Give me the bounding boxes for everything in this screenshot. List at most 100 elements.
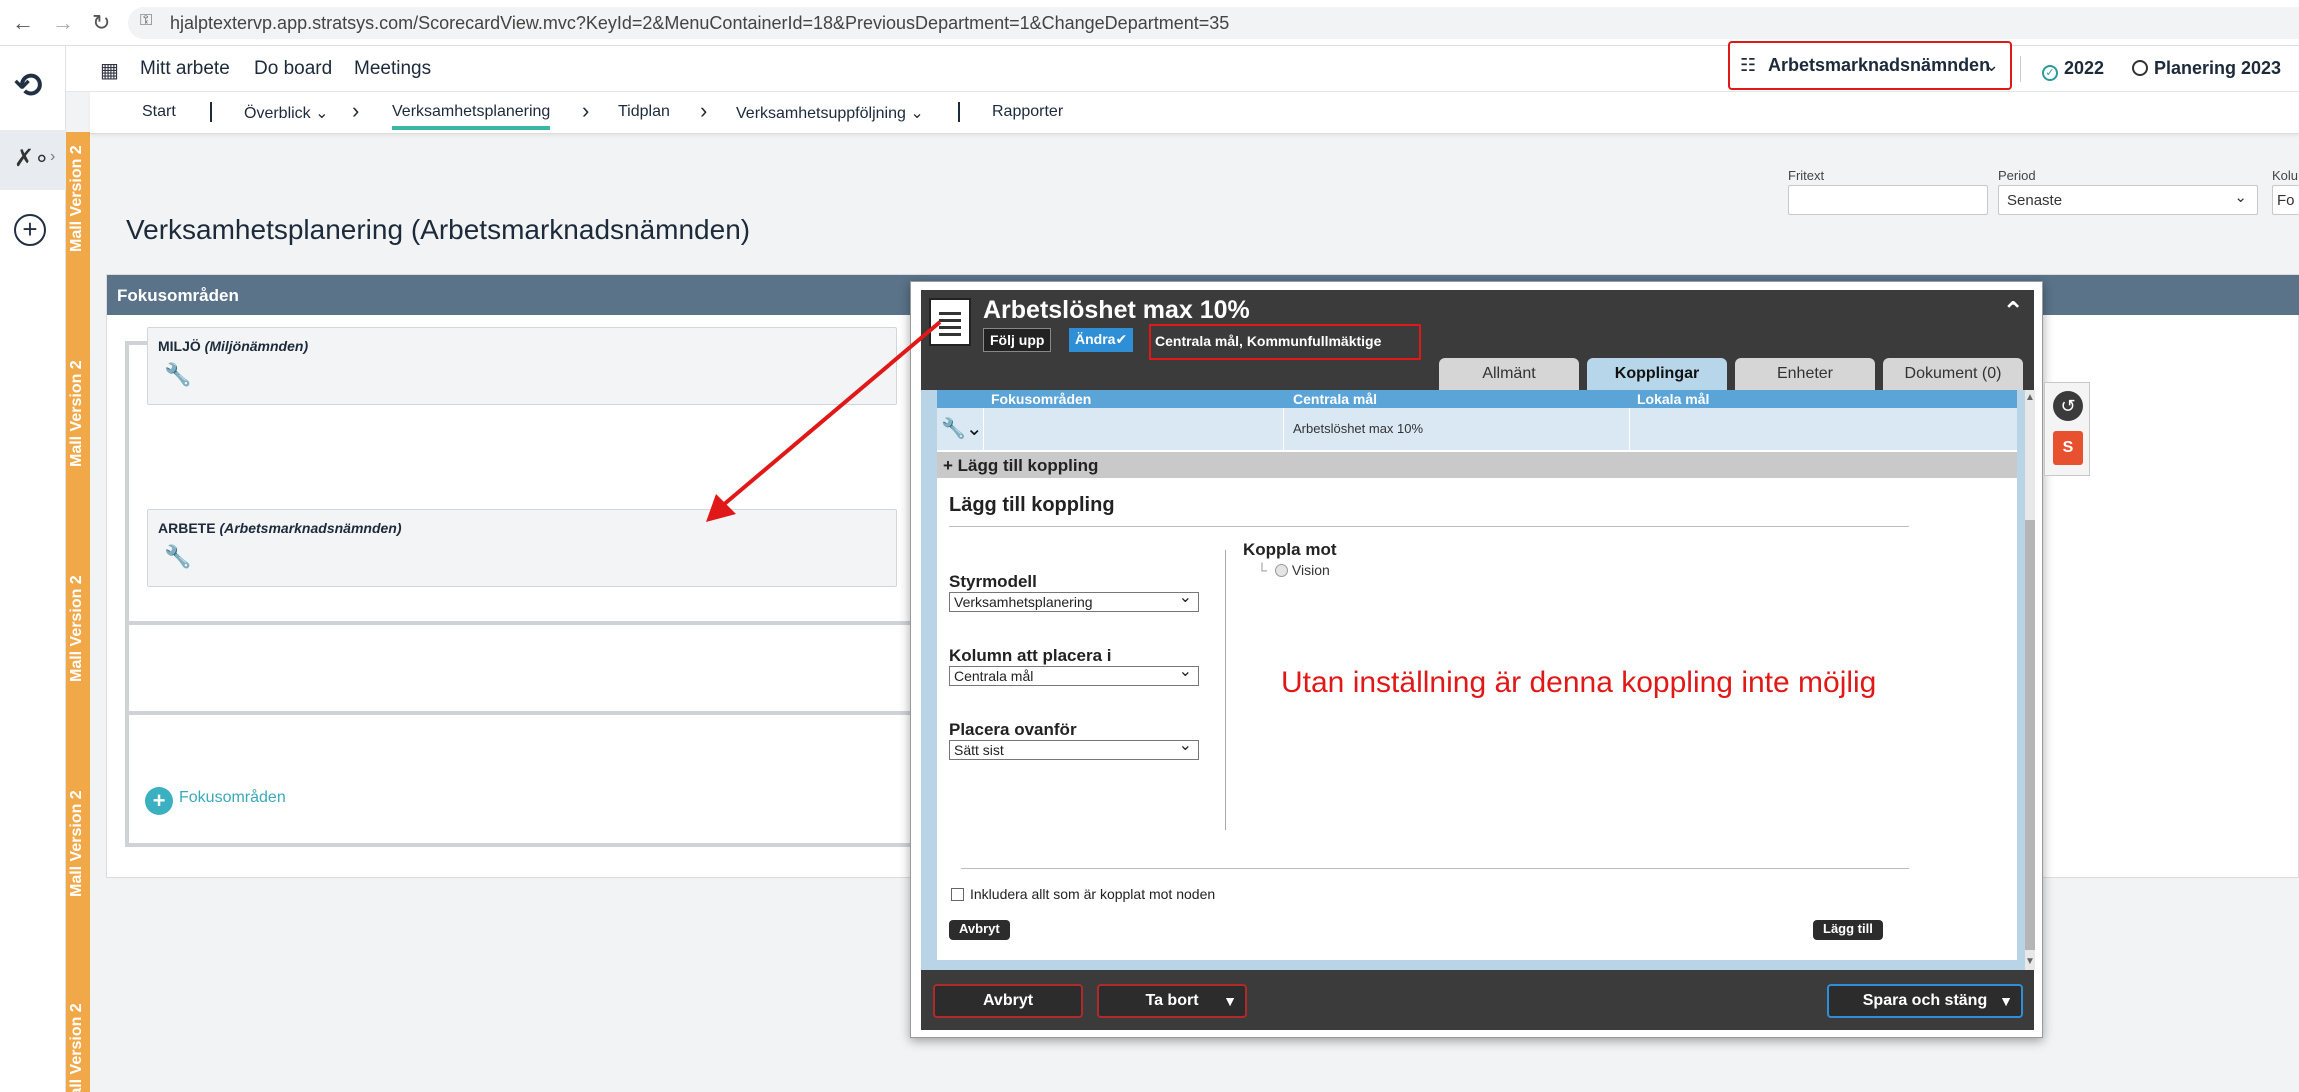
cancel-button[interactable]: Avbryt [933, 984, 1083, 1018]
delete-label: Ta bort [1145, 992, 1199, 1009]
tab-enheter[interactable]: Enheter [1735, 358, 1875, 390]
dialog-footer: Avbryt Ta bort ▼ Spara och stäng ▼ [921, 970, 2034, 1030]
page-title: Verksamhetsplanering (Arbetsmarknadsnämn… [126, 214, 751, 245]
table-cell [983, 408, 1283, 450]
strip-label: Mall Version 2 [68, 145, 85, 252]
browser-address-bar: ← → ↻ ⚿ hjalptextervp.app.stratsys.com/S… [0, 0, 2299, 46]
tab-allmant[interactable]: Allmänt [1439, 358, 1579, 390]
add-circle-icon[interactable]: + [14, 214, 46, 246]
column-select[interactable]: Fo [2272, 185, 2299, 215]
subnav-separator [210, 102, 212, 122]
reload-icon[interactable]: ↻ [92, 10, 110, 36]
plus-circle-icon: + [145, 787, 173, 815]
scroll-down-icon[interactable]: ▼ [2025, 956, 2035, 967]
period-label: Period [1998, 168, 2036, 183]
radio-button[interactable] [1274, 564, 1288, 577]
dialog-header: Arbetslöshet max 10% Följ upp Ändra✔ Cen… [921, 290, 2034, 390]
card-title: ARBETE (Arbetsmarknadsnämnden) [158, 520, 402, 536]
scroll-up-icon[interactable]: ▲ [2025, 392, 2035, 403]
edit-button[interactable]: Ändra✔ [1069, 328, 1134, 352]
card-title: MILJÖ (Miljönämnden) [158, 338, 308, 354]
year-label: 2022 [2064, 58, 2105, 78]
back-arrow-icon[interactable]: ← [12, 10, 34, 36]
add-connection-toggle[interactable]: + Lägg till koppling [937, 452, 2017, 478]
subnav-rapporter[interactable]: Rapporter [992, 103, 1063, 121]
side-widget: ↺ S [2044, 382, 2090, 476]
save-and-close-button[interactable]: Spara och stäng ▼ [1827, 984, 2023, 1018]
department-selector[interactable]: ☷ Arbetsmarknadsnämnden ⌄ [1728, 41, 2012, 90]
chevron-right-icon: › [352, 98, 360, 123]
subnav-separator [958, 102, 960, 122]
tree-line [125, 843, 925, 847]
url-text: hjalptextervp.app.stratsys.com/Scorecard… [170, 13, 1230, 33]
connections-table-header: Fokusområden Centrala mål Lokala mål [937, 390, 2017, 408]
vision-label: Vision [1291, 562, 1330, 578]
vision-option[interactable]: └ Vision [1257, 562, 1330, 578]
superoffice-icon[interactable]: S [2053, 431, 2083, 465]
collapse-icon[interactable]: ⌃ [2002, 296, 2024, 327]
subnav-uppfoljning-label: Verksamhetsuppföljning [736, 105, 906, 122]
include-checkbox-row[interactable]: Inkludera allt som är kopplat mot noden [951, 886, 1215, 902]
follow-up-button[interactable]: Följ upp [983, 328, 1052, 352]
dropdown-caret-icon[interactable]: ▼ [1999, 986, 2013, 1016]
department-name: Arbetsmarknadsnämnden [1768, 55, 1991, 75]
nav-meetings[interactable]: Meetings [354, 58, 431, 80]
subnav-verksamhetsuppfoljning[interactable]: Verksamhetsuppföljning ⌄ [736, 103, 924, 123]
subnav-overblick[interactable]: Överblick ⌄ [244, 103, 329, 123]
stratsys-logo-icon[interactable]: ⟲ [14, 66, 43, 106]
subnav-overblick-label: Överblick [244, 105, 311, 122]
history-icon[interactable]: ↺ [2053, 391, 2083, 421]
dialog-body: Fokusområden Centrala mål Lokala mål 🔧⌄ … [921, 390, 2035, 970]
col-lokala-mal: Lokala mål [1637, 391, 1710, 407]
tree-line [125, 711, 925, 715]
url-field[interactable]: ⚿ hjalptextervp.app.stratsys.com/Scoreca… [128, 7, 2299, 39]
nav-do-board[interactable]: Do board [254, 58, 332, 80]
cancel-small-button[interactable]: Avbryt [949, 920, 1010, 940]
kolumn-label: Kolumn att placera i [949, 646, 1112, 665]
subnav-tidplan[interactable]: Tidplan [618, 103, 670, 121]
planning-selector[interactable]: Planering 2023 [2132, 58, 2281, 79]
scorecard-tool-button[interactable]: ✗∘ › [0, 130, 66, 190]
card-owner: (Miljönämnden) [204, 338, 309, 354]
include-checkbox[interactable] [951, 888, 964, 901]
period-select[interactable]: Senaste ⌄ [1998, 185, 2258, 215]
forward-arrow-icon[interactable]: → [52, 10, 74, 36]
delete-button[interactable]: Ta bort ▼ [1097, 984, 1247, 1018]
dialog-scrollbar[interactable]: ▲ ▼ [2025, 390, 2035, 970]
subnav-verksamhetsplanering[interactable]: Verksamhetsplanering [392, 103, 551, 130]
row-central-goal: Arbetslöshet max 10% [1293, 421, 1424, 436]
year-selector[interactable]: ✓ 2022 [2042, 58, 2104, 81]
placera-select[interactable]: Sätt sist [949, 735, 1199, 760]
dropdown-caret-icon[interactable]: ▼ [1223, 986, 1237, 1016]
breadcrumb-text: Centrala mål, Kommunfullmäktige [1155, 333, 1382, 349]
focus-card-arbete[interactable]: ARBETE (Arbetsmarknadsnämnden) 🔧 [147, 509, 897, 587]
grid-icon[interactable]: ▦ [100, 58, 119, 83]
check-circle-icon: ✓ [2042, 65, 2058, 81]
save-label: Spara och stäng [1862, 992, 1988, 1009]
column-value: Fo [2277, 192, 2295, 209]
subnav-start[interactable]: Start [142, 103, 176, 121]
fritext-input[interactable] [1788, 185, 1988, 215]
site-info-icon[interactable]: ⚿ [140, 12, 152, 30]
add-button[interactable]: Lägg till [1813, 920, 1883, 940]
connections-pane: Fokusområden Centrala mål Lokala mål 🔧⌄ … [937, 390, 2017, 960]
nav-mitt-arbete[interactable]: Mitt arbete [140, 58, 230, 80]
org-tree-icon: ☷ [1740, 55, 1757, 75]
wrench-icon[interactable]: 🔧 [164, 544, 191, 570]
kolumn-select[interactable]: Centrala mål [949, 661, 1199, 686]
tree-line [125, 341, 129, 847]
sub-navigation: Start Överblick ⌄ › Verksamhetsplanering… [90, 92, 2299, 134]
tab-kopplingar[interactable]: Kopplingar [1587, 358, 1727, 390]
tactics-icon: ✗∘ [14, 145, 50, 172]
add-focus-area-button[interactable]: + Fokusområden [145, 787, 286, 815]
tab-dokument[interactable]: Dokument (0) [1883, 358, 2023, 390]
annotation-text: Utan inställning är denna koppling inte … [1281, 666, 1877, 699]
styrmodell-value: Verksamhetsplanering [954, 594, 1093, 610]
wrench-expand-icon[interactable]: 🔧⌄ [941, 416, 983, 441]
kolumn-value: Centrala mål [954, 668, 1034, 684]
scroll-thumb[interactable] [2025, 520, 2035, 950]
card-name: ARBETE [158, 520, 216, 536]
focus-card-miljo[interactable]: MILJÖ (Miljönämnden) 🔧 [147, 327, 897, 405]
styrmodell-select[interactable]: Verksamhetsplanering [949, 587, 1199, 612]
wrench-icon[interactable]: 🔧 [164, 362, 191, 388]
